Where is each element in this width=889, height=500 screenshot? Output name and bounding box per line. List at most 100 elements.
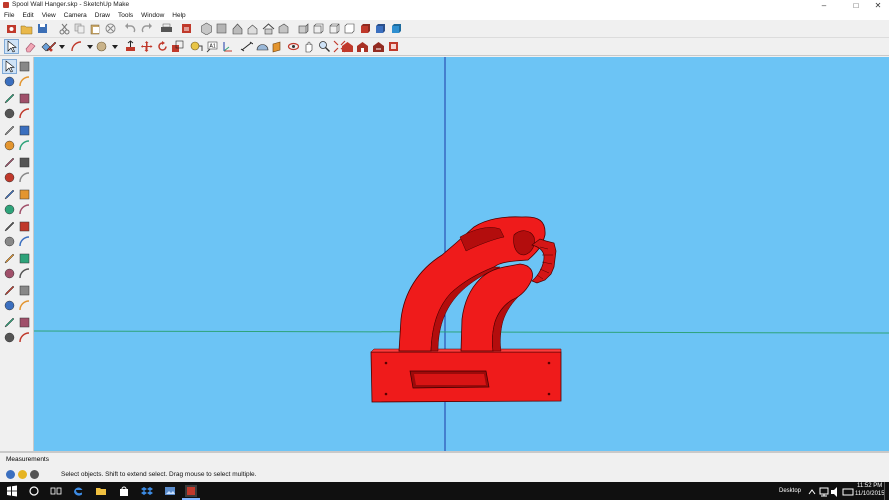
geo-location-icon[interactable] bbox=[6, 470, 15, 479]
position-camera-tool-icon[interactable] bbox=[3, 316, 16, 329]
tape-measure-tool-icon[interactable] bbox=[3, 220, 16, 233]
getting-started-icon[interactable] bbox=[5, 22, 18, 35]
open-icon[interactable] bbox=[20, 22, 33, 35]
previous-tool-icon[interactable] bbox=[18, 299, 31, 312]
undo-icon[interactable] bbox=[124, 22, 137, 35]
extension-warehouse-icon[interactable] bbox=[372, 40, 385, 53]
line-tool-icon[interactable] bbox=[3, 92, 16, 105]
hidden-line-style-icon[interactable] bbox=[343, 22, 356, 35]
windows-start-icon[interactable] bbox=[6, 485, 18, 497]
zoom-tool-icon[interactable] bbox=[3, 284, 16, 297]
back-view-icon[interactable] bbox=[262, 22, 275, 35]
close-button[interactable]: ✕ bbox=[867, 0, 889, 10]
paint-bucket-tool-icon[interactable] bbox=[3, 75, 16, 88]
orbit-tool-icon[interactable] bbox=[3, 267, 16, 280]
section-plane-tool-icon[interactable] bbox=[18, 331, 31, 344]
pie-tool-icon[interactable] bbox=[18, 156, 31, 169]
edge-browser-icon[interactable] bbox=[72, 485, 84, 497]
zoom-window-tool-icon[interactable] bbox=[18, 284, 31, 297]
select-tool-icon[interactable] bbox=[4, 39, 19, 54]
move-tool-icon[interactable] bbox=[140, 40, 153, 53]
drawing-viewport[interactable] bbox=[34, 57, 889, 451]
push-pull-tool-icon[interactable] bbox=[18, 171, 31, 184]
menu-tools[interactable]: Tools bbox=[114, 12, 137, 19]
send-to-layout-icon[interactable] bbox=[387, 40, 400, 53]
circle-tool-icon[interactable] bbox=[3, 124, 16, 137]
3pt-arc-tool-icon[interactable] bbox=[3, 156, 16, 169]
save-icon[interactable] bbox=[36, 22, 49, 35]
section-plane-tool-icon[interactable] bbox=[271, 40, 284, 53]
rotated-rectangle-tool-icon[interactable] bbox=[18, 107, 31, 120]
menu-draw[interactable]: Draw bbox=[91, 12, 114, 19]
move-tool-icon[interactable] bbox=[3, 171, 16, 184]
shape-tool-icon[interactable] bbox=[95, 40, 108, 53]
eraser-tool-icon[interactable] bbox=[18, 75, 31, 88]
make-component-tool-icon[interactable] bbox=[18, 60, 31, 73]
shape-dropdown-icon[interactable] bbox=[108, 40, 121, 53]
axes-tool-icon[interactable] bbox=[221, 40, 234, 53]
shaded-style-icon[interactable] bbox=[359, 22, 372, 35]
task-view-icon[interactable] bbox=[50, 485, 62, 497]
top-view-icon[interactable] bbox=[215, 22, 228, 35]
show-desktop-button[interactable] bbox=[884, 482, 889, 500]
left-view-icon[interactable] bbox=[277, 22, 290, 35]
paste-icon[interactable] bbox=[89, 22, 102, 35]
menu-view[interactable]: View bbox=[38, 12, 60, 19]
pan-tool-icon[interactable] bbox=[18, 267, 31, 280]
share-model-icon[interactable] bbox=[356, 40, 369, 53]
3d-text-tool-icon[interactable] bbox=[18, 252, 31, 265]
show-hidden-icons-icon[interactable] bbox=[806, 486, 816, 495]
eraser-tool-icon[interactable] bbox=[24, 40, 37, 53]
protractor-tool-icon[interactable] bbox=[256, 40, 269, 53]
wireframe-style-icon[interactable] bbox=[328, 22, 341, 35]
3d-warehouse-icon[interactable] bbox=[341, 40, 354, 53]
axes-tool-icon[interactable] bbox=[3, 252, 16, 265]
scale-tool-icon[interactable] bbox=[171, 40, 184, 53]
menu-help[interactable]: Help bbox=[168, 12, 189, 19]
menu-file[interactable]: File bbox=[0, 12, 18, 19]
maximize-button[interactable]: □ bbox=[845, 0, 867, 10]
model-info-icon[interactable] bbox=[180, 22, 193, 35]
2pt-arc-tool-icon[interactable] bbox=[18, 139, 31, 152]
copy-icon[interactable] bbox=[73, 22, 86, 35]
rectangle-tool-icon[interactable] bbox=[3, 107, 16, 120]
menu-edit[interactable]: Edit bbox=[18, 12, 37, 19]
sketchup-taskbar-icon[interactable] bbox=[185, 485, 197, 497]
measurements-box[interactable]: Measurements bbox=[0, 453, 889, 468]
back-edges-style-icon[interactable] bbox=[312, 22, 325, 35]
shaded-texture-style-icon[interactable] bbox=[374, 22, 387, 35]
look-around-tool-icon[interactable] bbox=[18, 316, 31, 329]
keyboard-icon[interactable] bbox=[842, 486, 854, 496]
front-view-icon[interactable] bbox=[231, 22, 244, 35]
menu-camera[interactable]: Camera bbox=[60, 12, 91, 19]
search-icon[interactable] bbox=[28, 485, 40, 497]
monochrome-style-icon[interactable] bbox=[390, 22, 403, 35]
spool-wall-hanger-model[interactable] bbox=[370, 216, 562, 403]
redo-icon[interactable] bbox=[140, 22, 153, 35]
freehand-tool-icon[interactable] bbox=[18, 92, 31, 105]
arc-tool-icon[interactable] bbox=[70, 40, 83, 53]
right-view-icon[interactable] bbox=[246, 22, 259, 35]
cut-icon[interactable] bbox=[58, 22, 71, 35]
walk-tool-icon[interactable] bbox=[3, 331, 16, 344]
file-explorer-icon[interactable] bbox=[95, 485, 107, 497]
volume-icon[interactable] bbox=[830, 486, 839, 497]
user-account-icon[interactable] bbox=[30, 470, 39, 479]
protractor-tool-icon[interactable] bbox=[3, 235, 16, 248]
rotate-tool-icon[interactable] bbox=[3, 188, 16, 201]
pan-tool-icon[interactable] bbox=[302, 40, 315, 53]
push-pull-tool-icon[interactable] bbox=[124, 40, 137, 53]
rotate-tool-icon[interactable] bbox=[156, 40, 169, 53]
offset-tool-icon[interactable] bbox=[18, 203, 31, 216]
desktop-toolbar-label[interactable]: Desktop bbox=[779, 488, 801, 494]
erase-selection-icon[interactable] bbox=[104, 22, 117, 35]
orbit-tool-icon[interactable] bbox=[287, 40, 300, 53]
clock-date[interactable]: 11/10/2015 bbox=[855, 491, 885, 497]
iso-view-icon[interactable] bbox=[200, 22, 213, 35]
network-icon[interactable] bbox=[818, 486, 829, 497]
scale-tool-icon[interactable] bbox=[3, 203, 16, 216]
pencil-line-tool-icon[interactable] bbox=[45, 40, 58, 53]
credits-icon[interactable] bbox=[18, 470, 27, 479]
zoom-tool-icon[interactable] bbox=[318, 40, 331, 53]
dimension-tool-icon[interactable] bbox=[18, 220, 31, 233]
